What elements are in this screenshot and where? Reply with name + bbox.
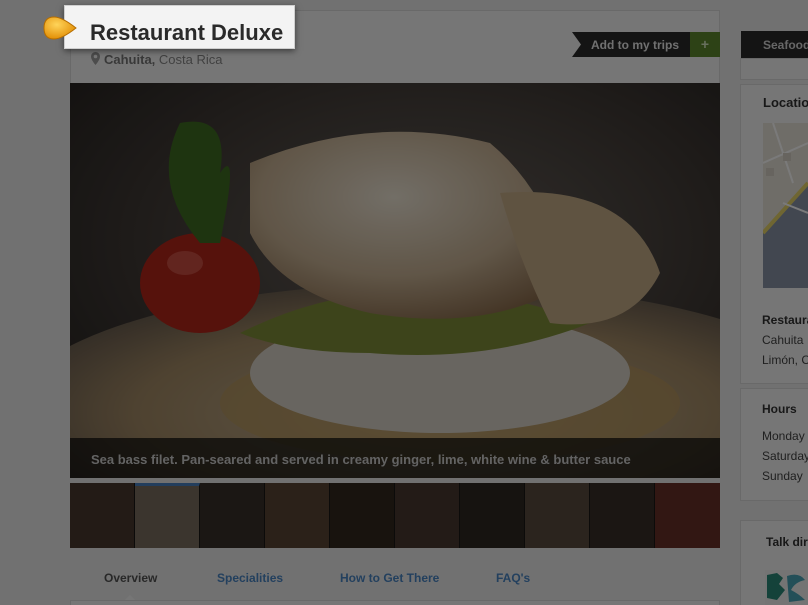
map-graphic — [763, 123, 808, 288]
location-country: Costa Rica — [158, 52, 223, 67]
page-title: Restaurant Deluxe — [90, 20, 284, 45]
caption-bar: Sea bass filet. Pan-seared and served in… — [70, 438, 720, 478]
location-text: Cahuita, Costa Rica — [104, 52, 223, 67]
hours-heading: Hours — [762, 402, 797, 416]
photo-caption: Sea bass filet. Pan-seared and served in… — [91, 452, 631, 467]
tab-overview[interactable]: Overview — [104, 571, 157, 585]
hours-day: Saturday — [762, 449, 808, 463]
location-heading: Location — [763, 95, 808, 110]
thumbnail[interactable] — [395, 483, 460, 548]
tab-specialities[interactable]: Specialities — [217, 571, 283, 585]
location-map[interactable] — [763, 123, 808, 288]
address-line-1: Cahuita — [762, 333, 804, 347]
thumbnail[interactable] — [460, 483, 525, 548]
location-city: Cahuita, — [104, 52, 156, 67]
food-photo — [70, 83, 720, 478]
add-to-trips-label: Add to my trips — [591, 38, 680, 52]
thumbnail-active[interactable] — [135, 483, 200, 548]
hero-image: Sea bass filet. Pan-seared and served in… — [70, 83, 720, 478]
category-tab-panel — [740, 58, 808, 80]
thumbnail[interactable] — [70, 483, 135, 548]
hours-day: Sunday — [762, 469, 803, 483]
tab-panel — [70, 600, 720, 605]
category-tab-seafood[interactable]: Seafood — [741, 31, 808, 58]
address-name: Restaurant — [762, 313, 808, 327]
hours-day: Monday — [762, 429, 805, 443]
partner-logo-icon — [767, 573, 805, 602]
tab-how-to-get-there[interactable]: How to Get There — [340, 571, 439, 585]
map-pin-icon — [91, 52, 100, 65]
tour-pointer-icon — [43, 16, 77, 40]
talk-heading: Talk dir — [766, 535, 808, 549]
thumbnail-strip — [70, 483, 720, 548]
add-to-trips-button[interactable]: Add to my trips + — [572, 32, 720, 57]
plus-icon[interactable]: + — [690, 32, 720, 57]
thumbnail[interactable] — [200, 483, 265, 548]
thumbnail[interactable] — [330, 483, 395, 548]
thumbnail[interactable] — [525, 483, 590, 548]
thumbnail[interactable] — [265, 483, 330, 548]
address-line-2: Limón, C — [762, 353, 808, 367]
thumbnail[interactable] — [655, 483, 720, 548]
partner-logo[interactable] — [765, 570, 808, 605]
tab-faqs[interactable]: FAQ's — [496, 571, 530, 585]
thumbnail[interactable] — [590, 483, 655, 548]
